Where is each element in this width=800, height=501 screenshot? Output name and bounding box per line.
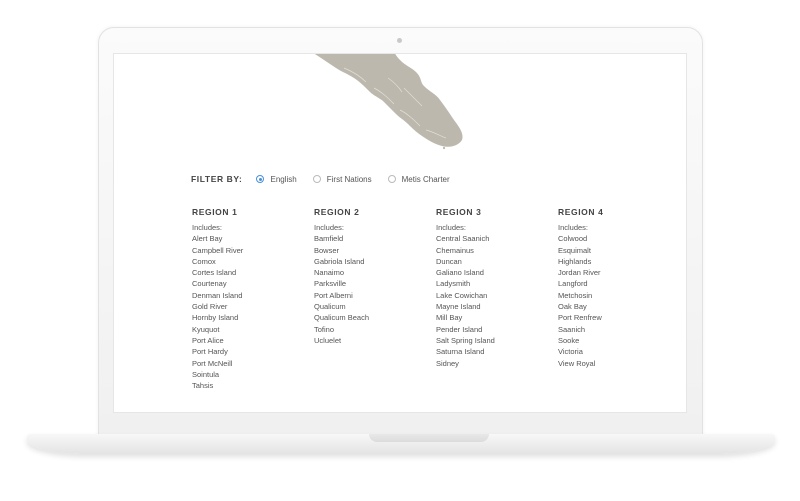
region-location-item: Victoria (558, 347, 583, 357)
vancouver-island-map[interactable] (304, 53, 474, 150)
island-islet (456, 140, 460, 144)
region-includes-label: Includes: (558, 223, 589, 232)
region-3: REGION 3 Includes: Central Saanich Chemai… (436, 207, 546, 369)
region-location-item: Qualicum Beach (314, 313, 370, 323)
region-location-item: Mill Bay (436, 313, 463, 323)
region-location-item: Bowser (314, 245, 340, 255)
radio-unchecked-icon[interactable] (387, 175, 396, 183)
region-list: Bamfield Bowser Gabriola Island Nanaimo Park… (314, 233, 424, 346)
region-location-item: Langford (558, 279, 588, 289)
region-location-item: Chemainus (436, 245, 474, 255)
region-location-item: Oak Bay (558, 302, 587, 312)
region-location-item: Port Alice (192, 335, 224, 345)
region-list: Central Saanich Chemainus Duncan Galiano Is… (436, 233, 546, 369)
region-location-item: Saanich (558, 324, 586, 334)
region-4: REGION 4 Includes: Colwood Esquimalt Highl… (558, 207, 668, 369)
filter-bar: FILTER BY: English First Nations Metis C… (191, 174, 466, 184)
island-islet (442, 146, 446, 150)
region-location-item: Ladysmith (436, 279, 471, 289)
region-title: REGION 2 (314, 207, 360, 217)
filter-option-english[interactable]: English (256, 174, 297, 184)
region-includes-label: Includes: (314, 223, 345, 232)
laptop-mockup: FILTER BY: English First Nations Metis C… (0, 0, 800, 501)
island-landmass[interactable] (304, 53, 463, 147)
region-location-item: Esquimalt (558, 245, 591, 255)
region-location-item: Denman Island (192, 290, 243, 300)
region-location-item: Qualicum (314, 302, 346, 312)
island-islet (450, 142, 454, 146)
region-location-item: Jordan River (558, 268, 601, 278)
region-location-item: Sooke (558, 335, 580, 345)
regions-grid: REGION 1 Includes: Alert Bay Campbell Riv… (192, 207, 672, 407)
region-includes-label: Includes: (436, 223, 467, 232)
region-location-item: Ucluelet (314, 335, 342, 345)
laptop-notch (369, 434, 489, 442)
radio-checked-icon[interactable] (256, 175, 265, 183)
region-location-item: Pender Island (436, 324, 483, 334)
region-location-item: Metchosin (558, 290, 593, 300)
filter-option-label: Metis Charter (401, 174, 450, 184)
region-location-item: Gabriola Island (314, 256, 365, 266)
filter-option-metis-charter[interactable]: Metis Charter (387, 174, 450, 184)
region-location-item: Port McNeill (192, 358, 233, 368)
region-location-item: Campbell River (192, 245, 244, 255)
laptop-base (27, 434, 775, 454)
filter-option-label: First Nations (326, 174, 372, 184)
region-2: REGION 2 Includes: Bamfield Bowser Gabriol… (314, 207, 424, 346)
region-location-item: Colwood (558, 234, 588, 244)
region-list: Alert Bay Campbell River Comox Cortes Islan… (192, 233, 302, 391)
region-location-item: Tahsis (192, 381, 214, 391)
region-list: Colwood Esquimalt Highlands Jordan River Lan… (558, 233, 668, 369)
region-location-item: Courtenay (192, 279, 227, 289)
region-includes-label: Includes: (192, 223, 223, 232)
region-location-item: Saturna Island (436, 347, 485, 357)
region-title: REGION 3 (436, 207, 482, 217)
region-location-item: Galiano Island (436, 268, 484, 278)
region-location-item: Mayne Island (436, 302, 481, 312)
region-location-item: Cortes Island (192, 268, 237, 278)
region-location-item: Alert Bay (192, 234, 223, 244)
region-location-item: Sidney (436, 358, 459, 368)
region-location-item: Port Renfrew (558, 313, 602, 323)
region-location-item: Kyuquot (192, 324, 220, 334)
region-location-item: Parksville (314, 279, 347, 289)
region-location-item: Duncan (436, 256, 462, 266)
region-location-item: Bamfield (314, 234, 344, 244)
region-location-item: Tofino (314, 324, 335, 334)
region-location-item: Nanaimo (314, 268, 345, 278)
region-location-item: Sointula (192, 369, 220, 379)
filter-option-first-nations[interactable]: First Nations (312, 174, 372, 184)
region-location-item: Hornby Island (192, 313, 239, 323)
region-location-item: Lake Cowichan (436, 290, 488, 300)
region-location-item: Central Saanich (436, 234, 490, 244)
region-location-item: Comox (192, 256, 216, 266)
region-1: REGION 1 Includes: Alert Bay Campbell Riv… (192, 207, 302, 391)
region-location-item: Port Hardy (192, 347, 228, 357)
region-location-item: Gold River (192, 302, 228, 312)
radio-unchecked-icon[interactable] (312, 175, 321, 183)
region-title: REGION 1 (192, 207, 238, 217)
filter-label: FILTER BY: (191, 174, 243, 184)
filter-option-label: English (270, 174, 297, 184)
laptop-screen: FILTER BY: English First Nations Metis C… (113, 53, 687, 413)
camera-dot (397, 38, 402, 43)
region-title: REGION 4 (558, 207, 604, 217)
region-location-item: View Royal (558, 358, 596, 368)
region-location-item: Highlands (558, 256, 592, 266)
region-location-item: Salt Spring Island (436, 335, 495, 345)
region-location-item: Port Alberni (314, 290, 353, 300)
